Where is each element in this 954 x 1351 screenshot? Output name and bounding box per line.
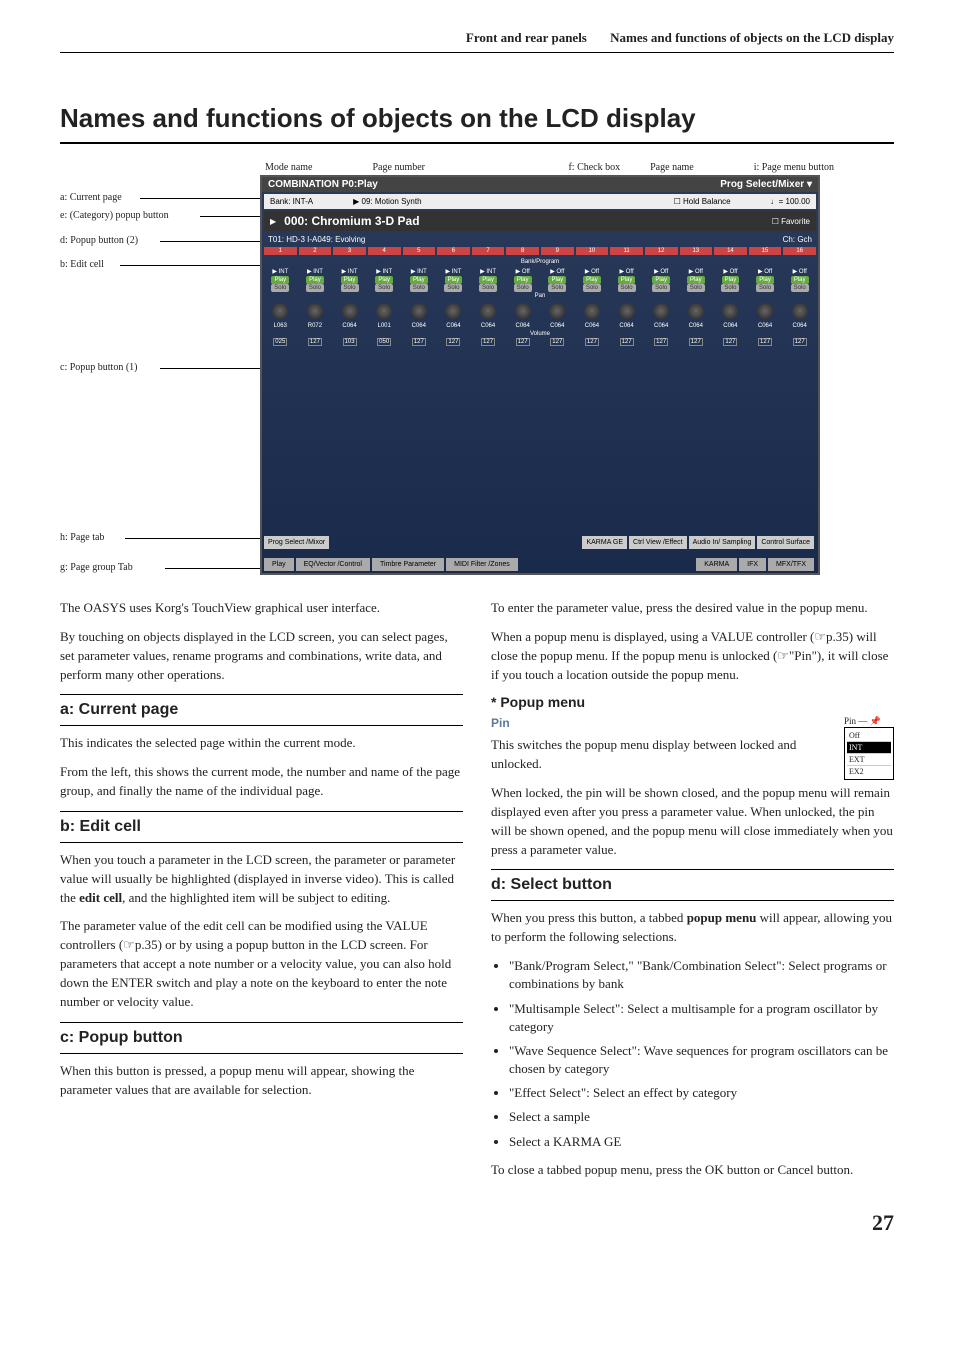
ss-bank: Bank: INT-A: [270, 197, 313, 206]
header-left: Front and rear panels: [466, 30, 587, 45]
d-p2: To close a tabbed popup menu, press the …: [491, 1161, 894, 1180]
heading-b: b: Edit cell: [60, 811, 463, 843]
diagram: Mode name Page number f: Check box Page …: [60, 162, 894, 575]
callout-h: h: Page tab: [60, 532, 104, 543]
header-right: Names and functions of objects on the LC…: [610, 30, 894, 45]
d-p1: When you press this button, a tabbed pop…: [491, 909, 894, 947]
page-group-tabs: PlayEQ/Vector /ControlTimbre ParameterMI…: [262, 556, 818, 573]
ss-prog-name: 000: Chromium 3-D Pad: [284, 214, 419, 228]
heading-popup: * Popup menu: [491, 694, 894, 710]
pin-p2: When locked, the pin will be shown close…: [491, 784, 894, 859]
vol-row: 0251271030501271271271271271271271271271…: [262, 338, 818, 346]
callout-e: e: (Category) popup button: [60, 210, 169, 221]
intro-2: By touching on objects displayed in the …: [60, 628, 463, 685]
label-menu-button: i: Page menu button: [754, 162, 834, 173]
page-number: 27: [60, 1210, 894, 1236]
d-list: "Bank/Program Select," "Bank/Combination…: [509, 957, 894, 1151]
heading-a: a: Current page: [60, 694, 463, 726]
knob-row: [262, 300, 818, 322]
ss-favorite: Favorite: [781, 217, 810, 226]
label-page-name: Page name: [650, 162, 694, 173]
list-item: "Bank/Program Select," "Bank/Combination…: [509, 957, 894, 993]
pin-p1: This switches the popup menu display bet…: [491, 736, 894, 774]
pin-figure: Pin — 📌 Off INT EXT EX2: [844, 716, 894, 780]
ss-ch: Ch: Gch: [783, 235, 812, 244]
status-row: ▶ INT▶ INT▶ INT▶ INT▶ INT▶ INT▶ INT▶ Off…: [262, 267, 818, 276]
c-p2: To enter the parameter value, press the …: [491, 599, 894, 618]
label-mode-name: Mode name: [265, 162, 313, 173]
ss-t01: T01: HD-3 I-A049: Evolving: [268, 235, 365, 244]
b-p2: The parameter value of the edit cell can…: [60, 917, 463, 1011]
right-column: To enter the parameter value, press the …: [491, 599, 894, 1190]
callout-g: g: Page group Tab: [60, 562, 133, 573]
list-item: "Multisample Select": Select a multisamp…: [509, 1000, 894, 1036]
intro-1: The OASYS uses Korg's TouchView graphica…: [60, 599, 463, 618]
pin-opt-ext: EXT: [847, 754, 891, 766]
heading-pin: Pin: [491, 716, 894, 730]
list-item: Select a sample: [509, 1108, 894, 1126]
ss-mode-title: COMBINATION P0:Play: [268, 179, 378, 190]
page-title: Names and functions of objects on the LC…: [60, 103, 894, 144]
ss-hold-balance: Hold Balance: [683, 197, 731, 206]
ss-category: 09: Motion Synth: [362, 197, 422, 206]
pin-opt-ex2: EX2: [847, 766, 891, 777]
a-p2: From the left, this shows the current mo…: [60, 763, 463, 801]
list-item: "Effect Select": Select an effect by cat…: [509, 1084, 894, 1102]
page-tabs: Prog Select /MixorKARMA GECtrl View /Eff…: [262, 534, 818, 551]
a-p1: This indicates the selected page within …: [60, 734, 463, 753]
lcd-screenshot: COMBINATION P0:Play Prog Select/Mixer ▾ …: [260, 175, 820, 575]
callout-c: c: Popup button (1): [60, 362, 138, 373]
pin-opt-off: Off: [847, 730, 891, 742]
callout-a: a: Current page: [60, 192, 122, 203]
label-checkbox: f: Check box: [568, 162, 620, 173]
solo-row: SoloSoloSoloSoloSoloSoloSoloSoloSoloSolo…: [262, 284, 818, 292]
callout-d: d: Popup button (2): [60, 235, 138, 246]
b-p1: When you touch a parameter in the LCD sc…: [60, 851, 463, 908]
c-p1: When this button is pressed, a popup men…: [60, 1062, 463, 1100]
track-heads: 12345678910111213141516: [262, 246, 818, 257]
play-row: PlayPlayPlayPlayPlayPlayPlayPlayPlayPlay…: [262, 276, 818, 284]
callout-b: b: Edit cell: [60, 259, 104, 270]
ss-page-name: Prog Select/Mixer: [720, 179, 804, 190]
pan-row: L063R072C064L001C064C064C064C064C064C064…: [262, 322, 818, 330]
list-item: Select a KARMA GE: [509, 1133, 894, 1151]
ss-tempo: 100.00: [786, 197, 810, 206]
top-labels: Mode name Page number f: Check box Page …: [265, 162, 894, 173]
list-item: "Wave Sequence Select": Wave sequences f…: [509, 1042, 894, 1078]
c-p3: When a popup menu is displayed, using a …: [491, 628, 894, 685]
page-header: Front and rear panels Names and function…: [60, 30, 894, 53]
left-column: The OASYS uses Korg's TouchView graphica…: [60, 599, 463, 1190]
pin-opt-int: INT: [847, 742, 891, 754]
label-page-number: Page number: [373, 162, 426, 173]
heading-d: d: Select button: [491, 869, 894, 901]
heading-c: c: Popup button: [60, 1022, 463, 1054]
